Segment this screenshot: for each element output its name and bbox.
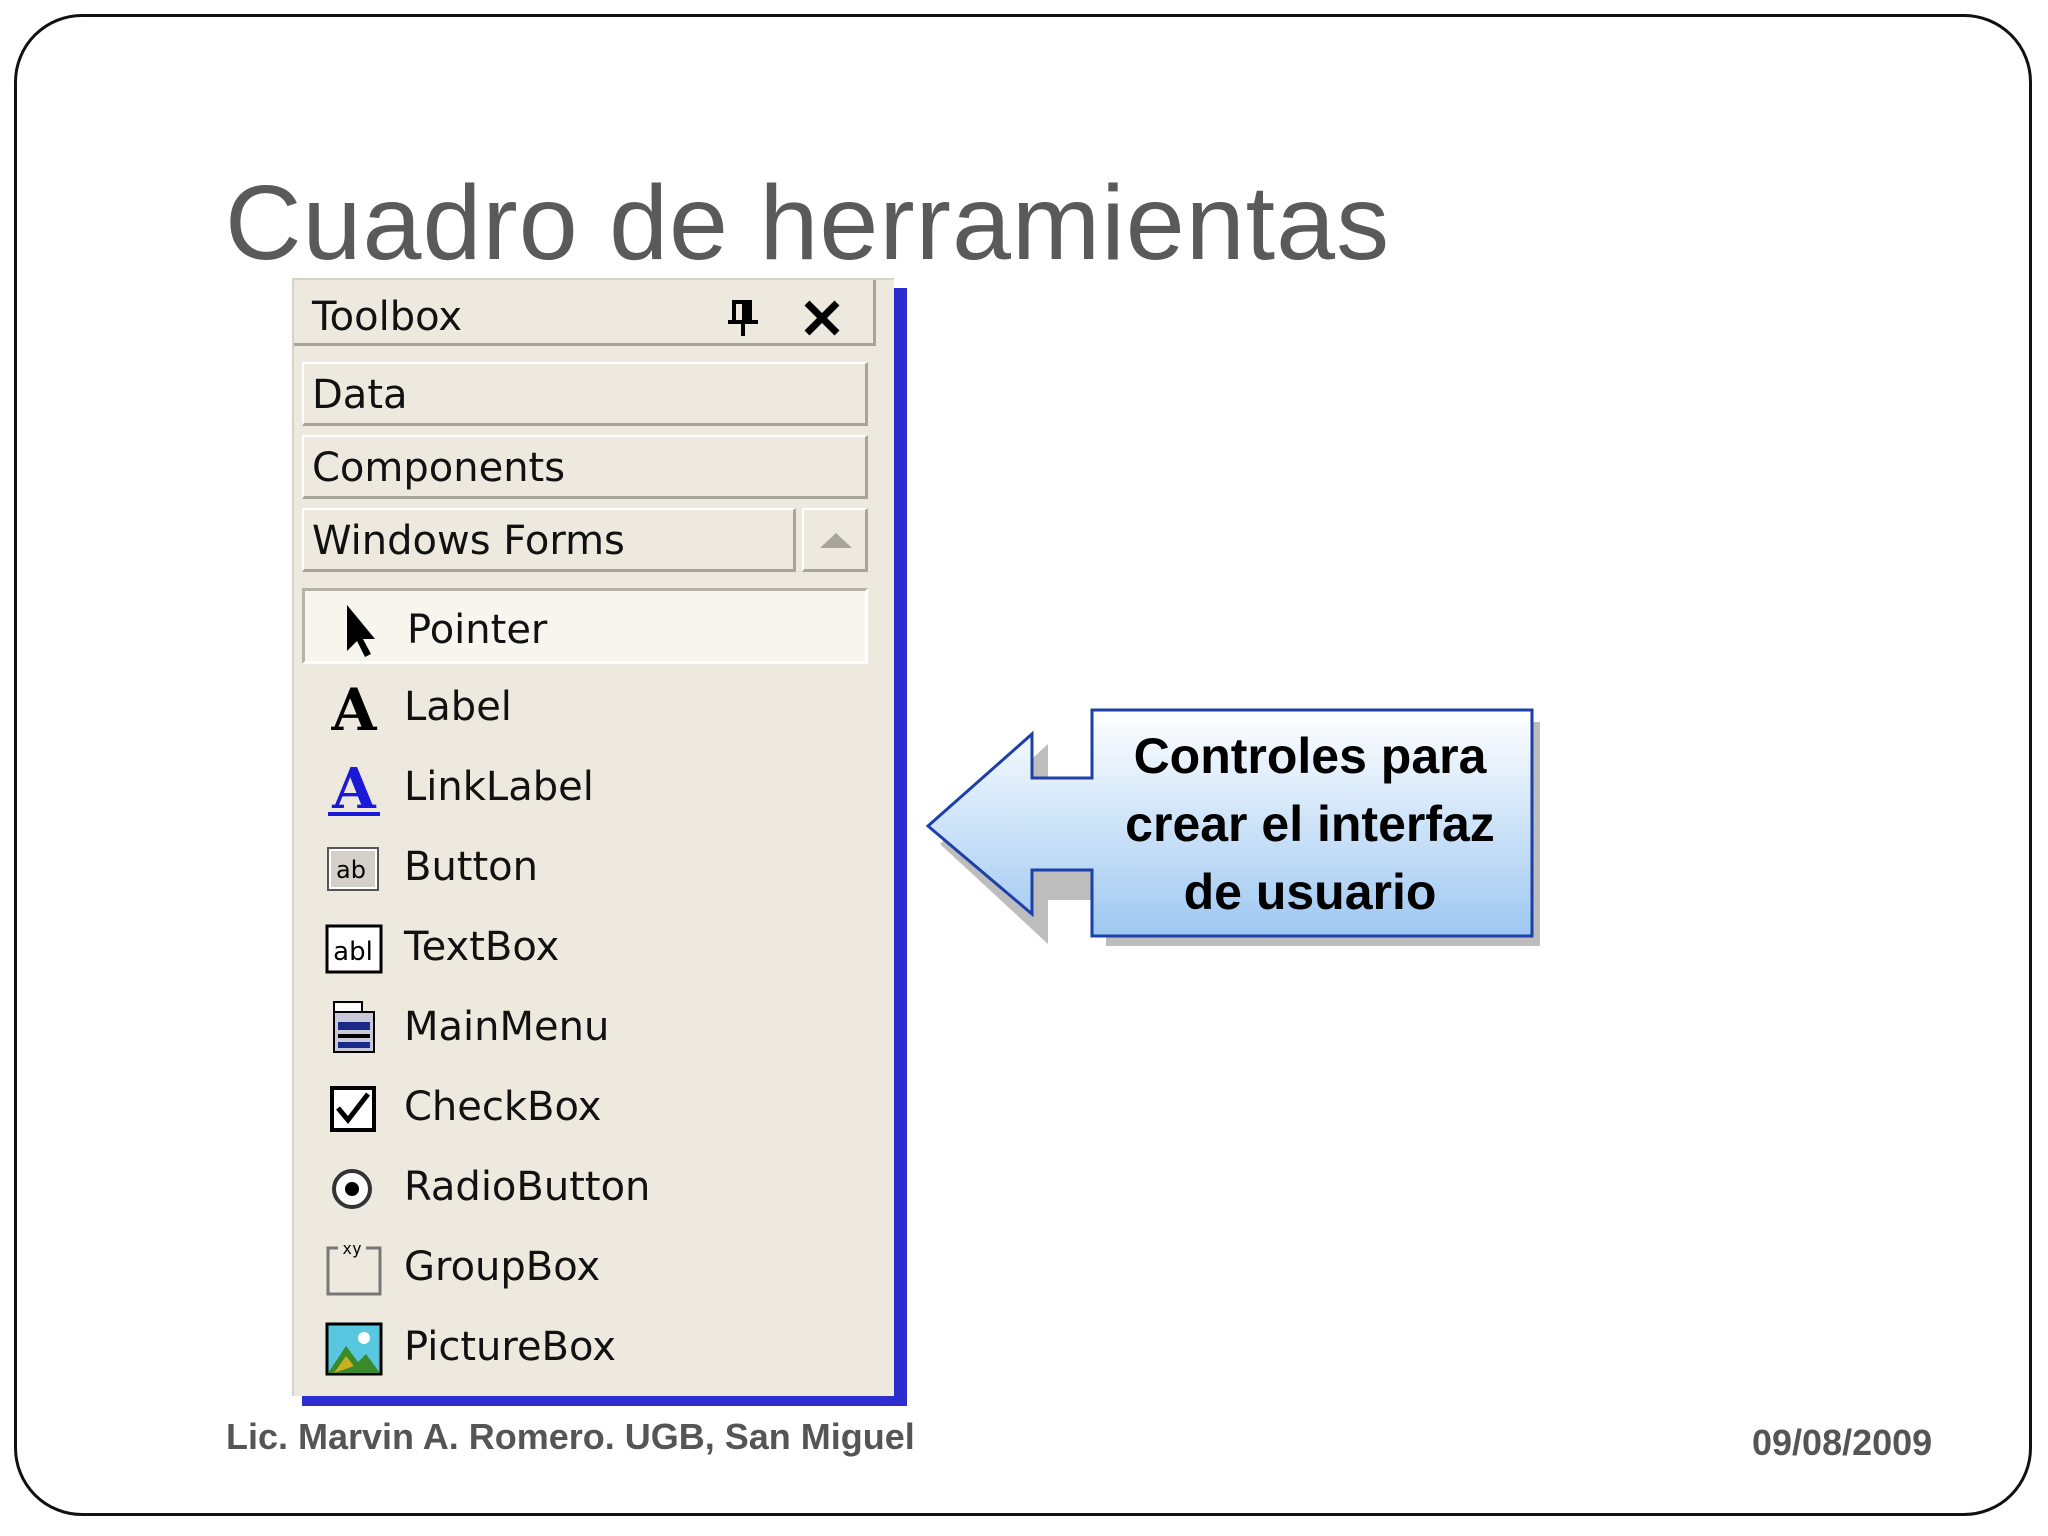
picturebox-icon: [325, 1322, 383, 1376]
linklabel-icon: A: [328, 758, 380, 818]
tool-item-pointer[interactable]: Pointer: [302, 588, 868, 664]
toolbox-panel: Toolbox Data Components Windows Forms Po…: [292, 278, 894, 1396]
tool-item-button[interactable]: ab Button: [302, 828, 868, 904]
category-windows-forms[interactable]: Windows Forms: [302, 508, 796, 572]
tool-label: CheckBox: [404, 1084, 602, 1130]
callout-text: Controles para crear el interfaz de usua…: [1090, 722, 1530, 926]
tool-label: TextBox: [404, 924, 560, 970]
tool-item-label[interactable]: A Label: [302, 668, 868, 744]
button-icon: ab: [327, 847, 379, 891]
pointer-icon: [347, 605, 375, 657]
tool-label: Button: [404, 844, 538, 890]
tool-label: LinkLabel: [404, 764, 594, 810]
scroll-up-button[interactable]: [802, 508, 868, 572]
textbox-icon: abl: [325, 924, 383, 974]
tool-label: Label: [404, 684, 512, 730]
tool-item-linklabel[interactable]: A LinkLabel: [302, 748, 868, 824]
tool-item-mainmenu[interactable]: MainMenu: [302, 988, 868, 1064]
pin-icon[interactable]: [726, 298, 760, 338]
category-data[interactable]: Data: [302, 362, 868, 426]
callout-line: crear el interfaz: [1125, 796, 1495, 852]
tool-label: RadioButton: [404, 1164, 651, 1210]
label-icon: A: [330, 678, 377, 738]
toolbox-header: Toolbox: [294, 280, 876, 346]
tool-item-textbox[interactable]: abl TextBox: [302, 908, 868, 984]
svg-text:xy: xy: [342, 1239, 362, 1258]
close-icon[interactable]: [802, 298, 842, 338]
tool-item-checkbox[interactable]: CheckBox: [302, 1068, 868, 1144]
footer-author: Lic. Marvin A. Romero. UGB, San Miguel: [226, 1416, 915, 1457]
checkbox-icon: [330, 1086, 376, 1132]
tool-label: GroupBox: [404, 1244, 601, 1290]
tool-item-picturebox[interactable]: PictureBox: [302, 1308, 868, 1384]
tool-item-radiobutton[interactable]: RadioButton: [302, 1148, 868, 1224]
category-label: Data: [312, 372, 408, 418]
category-label: Components: [312, 445, 566, 491]
chevron-up-icon: [820, 533, 852, 548]
tool-label: PictureBox: [404, 1324, 616, 1370]
tool-label: MainMenu: [404, 1004, 610, 1050]
radiobutton-icon: [332, 1169, 372, 1209]
svg-text:abl: abl: [333, 937, 373, 967]
svg-text:A: A: [330, 678, 377, 738]
svg-text:ab: ab: [336, 856, 366, 884]
category-components[interactable]: Components: [302, 435, 868, 499]
tool-item-groupbox[interactable]: xy GroupBox: [302, 1228, 868, 1304]
callout-line: de usuario: [1183, 864, 1437, 920]
callout-line: Controles para: [1133, 728, 1487, 784]
svg-text:A: A: [331, 758, 377, 818]
mainmenu-icon: [333, 1001, 375, 1053]
category-label: Windows Forms: [312, 518, 625, 564]
footer-date: 09/08/2009: [1752, 1422, 1933, 1463]
slide-title: Cuadro de herramientas: [225, 164, 1391, 282]
tool-label: Pointer: [407, 607, 548, 653]
toolbox-title: Toolbox: [312, 294, 462, 340]
groupbox-icon: xy: [326, 1239, 382, 1296]
